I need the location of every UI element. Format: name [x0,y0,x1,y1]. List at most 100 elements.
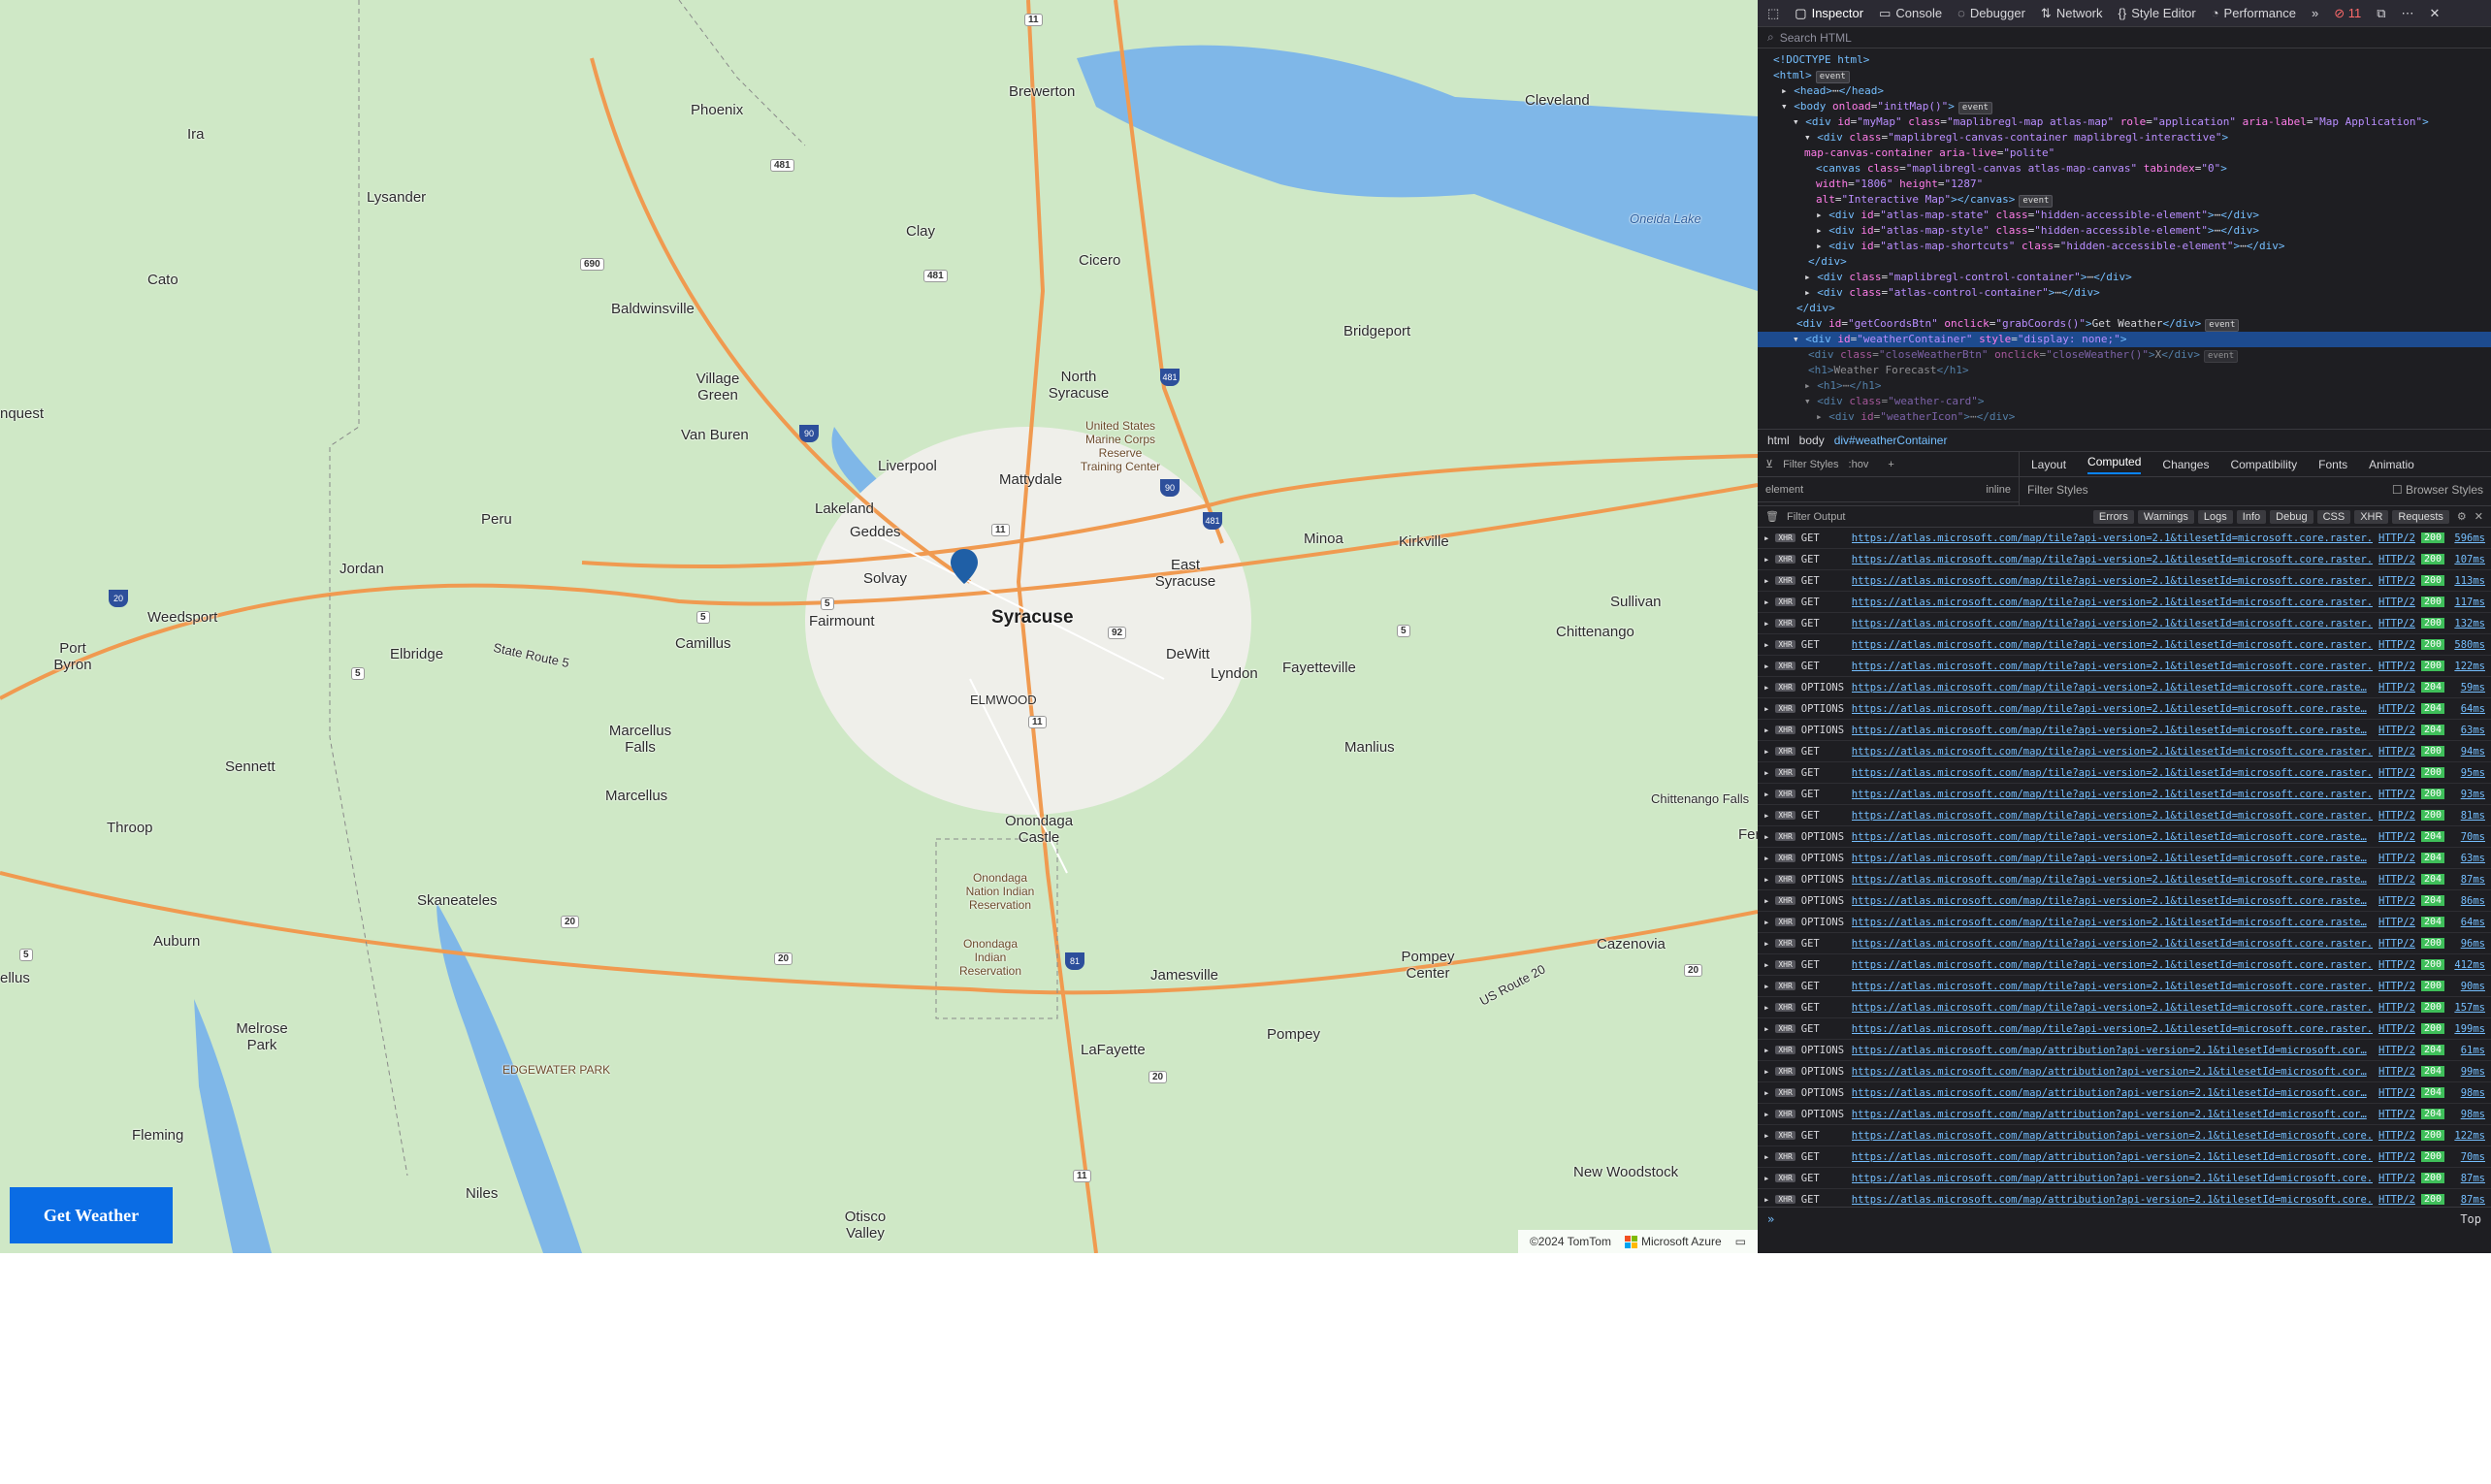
tab-inspector[interactable]: ▢ Inspector [1795,6,1863,21]
log-url[interactable]: https://atlas.microsoft.com/map/tile?api… [1852,789,2373,800]
log-url[interactable]: https://atlas.microsoft.com/map/tile?api… [1852,618,2373,629]
log-entry[interactable]: ▸ XHR OPTIONS https://atlas.microsoft.com/m… [1758,1104,2491,1125]
log-entry[interactable]: ▸ XHR GET https://atlas.microsoft.com/map/t… [1758,656,2491,677]
menu-icon[interactable]: ⋯ [2402,6,2414,21]
expand-icon[interactable]: ▸ [1763,767,1769,779]
search-input[interactable]: Search HTML [1780,31,1852,45]
log-url[interactable]: https://atlas.microsoft.com/map/tile?api… [1852,981,2373,992]
expand-icon[interactable]: ▸ [1763,853,1769,864]
feedback-icon[interactable]: ▭ [1735,1235,1746,1248]
expand-icon[interactable]: ▸ [1763,789,1769,800]
expand-icon[interactable]: ▸ [1763,1109,1769,1120]
expand-icon[interactable]: ▸ [1763,703,1769,715]
expand-icon[interactable]: ▸ [1763,810,1769,822]
close-split-icon[interactable]: ✕ [2475,510,2483,523]
expand-icon[interactable]: ▸ [1763,532,1769,544]
log-url[interactable]: https://atlas.microsoft.com/map/tile?api… [1852,767,2373,779]
expand-icon[interactable]: ▸ [1763,1130,1769,1142]
expand-icon[interactable]: ▸ [1763,1002,1769,1014]
hov-toggle[interactable]: :hov [1849,459,1869,470]
expand-icon[interactable]: ▸ [1763,725,1769,736]
expand-icon[interactable]: ▸ [1763,682,1769,694]
log-url[interactable]: https://atlas.microsoft.com/map/attribut… [1852,1109,2373,1120]
add-rule-icon[interactable]: + [1888,459,1893,470]
log-entry[interactable]: ▸ XHR GET https://atlas.microsoft.com/map/t… [1758,570,2491,592]
log-entry[interactable]: ▸ XHR OPTIONS https://atlas.microsoft.com/m… [1758,1082,2491,1104]
browser-styles-checkbox[interactable]: ☐ Browser Styles [2392,483,2483,497]
tab-layout[interactable]: Layout [2031,458,2066,471]
markup-tree[interactable]: <!DOCTYPE html> <html> event ▸ <head>⋯</h… [1758,48,2491,429]
log-url[interactable]: https://atlas.microsoft.com/map/tile?api… [1852,874,2373,886]
expand-icon[interactable]: ▸ [1763,618,1769,629]
log-entry[interactable]: ▸ XHR GET https://atlas.microsoft.com/map/a… [1758,1146,2491,1168]
filter-errors-button[interactable]: Errors [2092,509,2134,524]
tab-network[interactable]: ⇅ Network [2041,6,2103,21]
expand-icon[interactable]: ▸ [1763,1066,1769,1078]
pick-element-icon[interactable]: ⬚ [1767,6,1779,21]
expand-icon[interactable]: ▸ [1763,831,1769,843]
log-entry[interactable]: ▸ XHR GET https://atlas.microsoft.com/map/t… [1758,762,2491,784]
expand-icon[interactable]: ▸ [1763,1173,1769,1184]
console-filter-input[interactable]: Filter Output [1787,511,1846,523]
log-url[interactable]: https://atlas.microsoft.com/map/tile?api… [1852,725,2373,736]
log-entry[interactable]: ▸ XHR OPTIONS https://atlas.microsoft.com/m… [1758,677,2491,698]
computed-filter-input[interactable]: Filter Styles [2027,483,2088,497]
tab-debugger[interactable]: ◌ Debugger [1957,6,2025,20]
log-url[interactable]: https://atlas.microsoft.com/map/tile?api… [1852,554,2373,565]
expand-icon[interactable]: ▸ [1763,746,1769,758]
tab-performance[interactable]: ◔ Performance [2212,6,2296,20]
log-url[interactable]: https://atlas.microsoft.com/map/tile?api… [1852,810,2373,822]
settings-icon[interactable]: ⚙ [2457,510,2467,523]
tab-computed[interactable]: Computed [2087,455,2142,474]
log-entry[interactable]: ▸ XHR GET https://atlas.microsoft.com/map/t… [1758,805,2491,826]
console-input[interactable]: » Top [1758,1207,2491,1230]
expand-icon[interactable]: ▸ [1763,917,1769,928]
expand-icon[interactable]: ▸ [1763,1023,1769,1035]
filter-xhr-button[interactable]: XHR [2354,509,2389,524]
map-canvas[interactable]: Phoenix Brewerton Cleveland Ira Lysander… [0,0,1758,1253]
filter-css-button[interactable]: CSS [2316,509,2351,524]
log-url[interactable]: https://atlas.microsoft.com/map/tile?api… [1852,661,2373,672]
log-entry[interactable]: ▸ XHR GET https://atlas.microsoft.com/map/t… [1758,933,2491,954]
expand-icon[interactable]: ▸ [1763,895,1769,907]
log-entry[interactable]: ▸ XHR OPTIONS https://atlas.microsoft.com/m… [1758,869,2491,890]
breadcrumb-item[interactable]: div#weatherContainer [1834,434,1948,447]
tab-animations[interactable]: Animatio [2369,458,2414,471]
trash-icon[interactable]: 🗑 [1765,510,1779,523]
dock-icon[interactable]: ⧉ [2377,6,2385,21]
log-entry[interactable]: ▸ XHR OPTIONS https://atlas.microsoft.com/m… [1758,720,2491,741]
tab-compatibility[interactable]: Compatibility [2230,458,2297,471]
context-selector[interactable]: Top [2460,1212,2481,1226]
expand-icon[interactable]: ▸ [1763,1194,1769,1206]
expand-icon[interactable]: ▸ [1763,1045,1769,1056]
log-url[interactable]: https://atlas.microsoft.com/map/attribut… [1852,1151,2373,1163]
log-entry[interactable]: ▸ XHR GET https://atlas.microsoft.com/map/a… [1758,1125,2491,1146]
log-entry[interactable]: ▸ XHR OPTIONS https://atlas.microsoft.com/m… [1758,890,2491,912]
log-url[interactable]: https://atlas.microsoft.com/map/tile?api… [1852,1002,2373,1014]
filter-info-button[interactable]: Info [2236,509,2267,524]
log-entry[interactable]: ▸ XHR GET https://atlas.microsoft.com/map/t… [1758,592,2491,613]
expand-icon[interactable]: ▸ [1763,874,1769,886]
log-url[interactable]: https://atlas.microsoft.com/map/tile?api… [1852,703,2373,715]
log-entry[interactable]: ▸ XHR OPTIONS https://atlas.microsoft.com/m… [1758,1061,2491,1082]
log-entry[interactable]: ▸ XHR OPTIONS https://atlas.microsoft.com/m… [1758,1040,2491,1061]
expand-icon[interactable]: ▸ [1763,981,1769,992]
log-url[interactable]: https://atlas.microsoft.com/map/tile?api… [1852,895,2373,907]
log-entry[interactable]: ▸ XHR GET https://atlas.microsoft.com/map/t… [1758,997,2491,1018]
breadcrumb-item[interactable]: body [1799,434,1825,447]
error-count-badge[interactable]: ⊘ 11 [2334,6,2361,21]
log-url[interactable]: https://atlas.microsoft.com/map/tile?api… [1852,597,2373,608]
log-entry[interactable]: ▸ XHR GET https://atlas.microsoft.com/map/t… [1758,528,2491,549]
log-url[interactable]: https://atlas.microsoft.com/map/tile?api… [1852,746,2373,758]
breadcrumb-item[interactable]: html [1767,434,1790,447]
expand-icon[interactable]: ▸ [1763,597,1769,608]
log-entry[interactable]: ▸ XHR OPTIONS https://atlas.microsoft.com/m… [1758,848,2491,869]
log-url[interactable]: https://atlas.microsoft.com/map/attribut… [1852,1130,2373,1142]
log-url[interactable]: https://atlas.microsoft.com/map/tile?api… [1852,831,2373,843]
log-entry[interactable]: ▸ XHR GET https://atlas.microsoft.com/map/t… [1758,954,2491,976]
log-entry[interactable]: ▸ XHR GET https://atlas.microsoft.com/map/t… [1758,613,2491,634]
log-url[interactable]: https://atlas.microsoft.com/map/tile?api… [1852,917,2373,928]
log-url[interactable]: https://atlas.microsoft.com/map/tile?api… [1852,853,2373,864]
log-entry[interactable]: ▸ XHR GET https://atlas.microsoft.com/map/t… [1758,976,2491,997]
more-tabs-icon[interactable]: » [2312,6,2318,20]
